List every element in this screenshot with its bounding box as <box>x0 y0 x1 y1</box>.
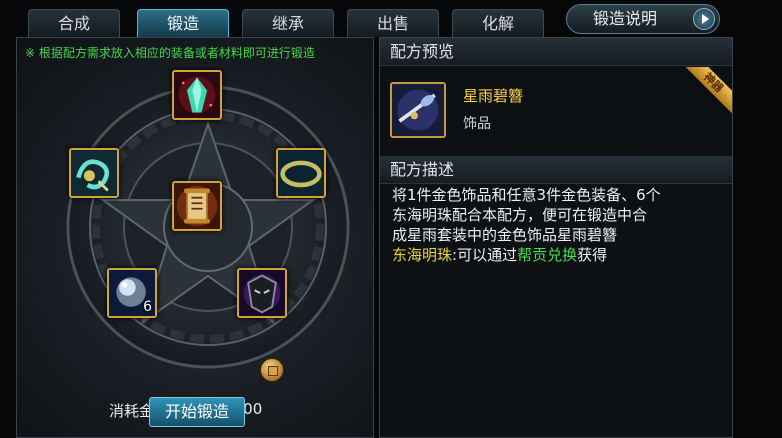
forge-panel: ※ 根据配方需求放入相应的装备或者材料即可进行锻造 6 消耗金币： 开始锻造 <box>16 37 374 438</box>
play-arrow-icon <box>693 8 715 30</box>
dark-helmet-icon <box>239 270 285 316</box>
jade-pendant-icon <box>71 150 117 196</box>
gold-bracelet-icon <box>278 150 324 196</box>
artifact-badge-label: 神器 <box>686 67 732 113</box>
slot-center-recipe-scroll[interactable] <box>172 181 222 231</box>
slot-right-gold-bracelet[interactable] <box>276 148 326 198</box>
forge-help-label: 锻造说明 <box>593 9 658 28</box>
tab-inherit[interactable]: 继承 <box>242 9 334 37</box>
recipe-preview-header: 配方预览 <box>380 38 732 66</box>
tab-dissolve[interactable]: 化解 <box>452 9 544 37</box>
slot-left-jade-pendant[interactable] <box>69 148 119 198</box>
pearl-quantity: 6 <box>143 299 152 315</box>
recipe-description-header: 配方描述 <box>380 156 732 184</box>
item-name: 星雨碧簪 <box>463 87 524 105</box>
slot-bottom-left-pearl[interactable]: 6 <box>107 268 157 318</box>
tab-forge[interactable]: 锻造 <box>137 9 229 38</box>
description-line: 东海明珠配合本配方，便可在锻造中合 <box>392 206 648 224</box>
recipe-description: 将1件金色饰品和任意3件金色装备、6个 东海明珠配合本配方，便可在锻造中合 成星… <box>392 185 724 265</box>
acquire-note-tail: 获得 <box>577 246 608 264</box>
red-gem-icon <box>174 72 220 118</box>
acquire-note-text: :可以通过 <box>452 246 518 264</box>
material-name: 东海明珠 <box>392 246 453 264</box>
description-line: 将1件金色饰品和任意3件金色装备、6个 <box>392 186 661 204</box>
start-forge-button[interactable]: 开始锻造 <box>149 397 245 427</box>
forge-help-button[interactable]: 锻造说明 <box>566 4 720 34</box>
scroll-recipe-icon <box>174 183 220 229</box>
recipe-preview: 星雨碧簪 饰品 神器 <box>380 67 732 155</box>
contribution-exchange-link[interactable]: 帮贡兑换 <box>517 246 577 264</box>
artifact-badge: 神器 <box>686 67 732 113</box>
slot-bottom-right-dark-helmet[interactable] <box>237 268 287 318</box>
recipe-panel: 配方预览 星雨碧簪 饰品 神器 配方描述 将1件金色饰品和任意3件金色装备、6个… <box>379 37 733 438</box>
gold-coin-icon <box>260 358 284 382</box>
acquire-note: 东海明珠:可以通过帮贡兑换获得 <box>392 245 724 265</box>
tab-synthesize[interactable]: 合成 <box>28 9 120 37</box>
forge-hint: ※ 根据配方需求放入相应的装备或者材料即可进行锻造 <box>25 46 315 60</box>
description-line: 成星雨套装中的金色饰品星雨碧簪 <box>392 226 618 244</box>
item-slot[interactable] <box>390 82 446 138</box>
slot-top-red-gem[interactable] <box>172 70 222 120</box>
item-type: 饰品 <box>463 116 491 132</box>
tab-sell[interactable]: 出售 <box>347 9 439 37</box>
hairpin-icon <box>392 84 444 136</box>
